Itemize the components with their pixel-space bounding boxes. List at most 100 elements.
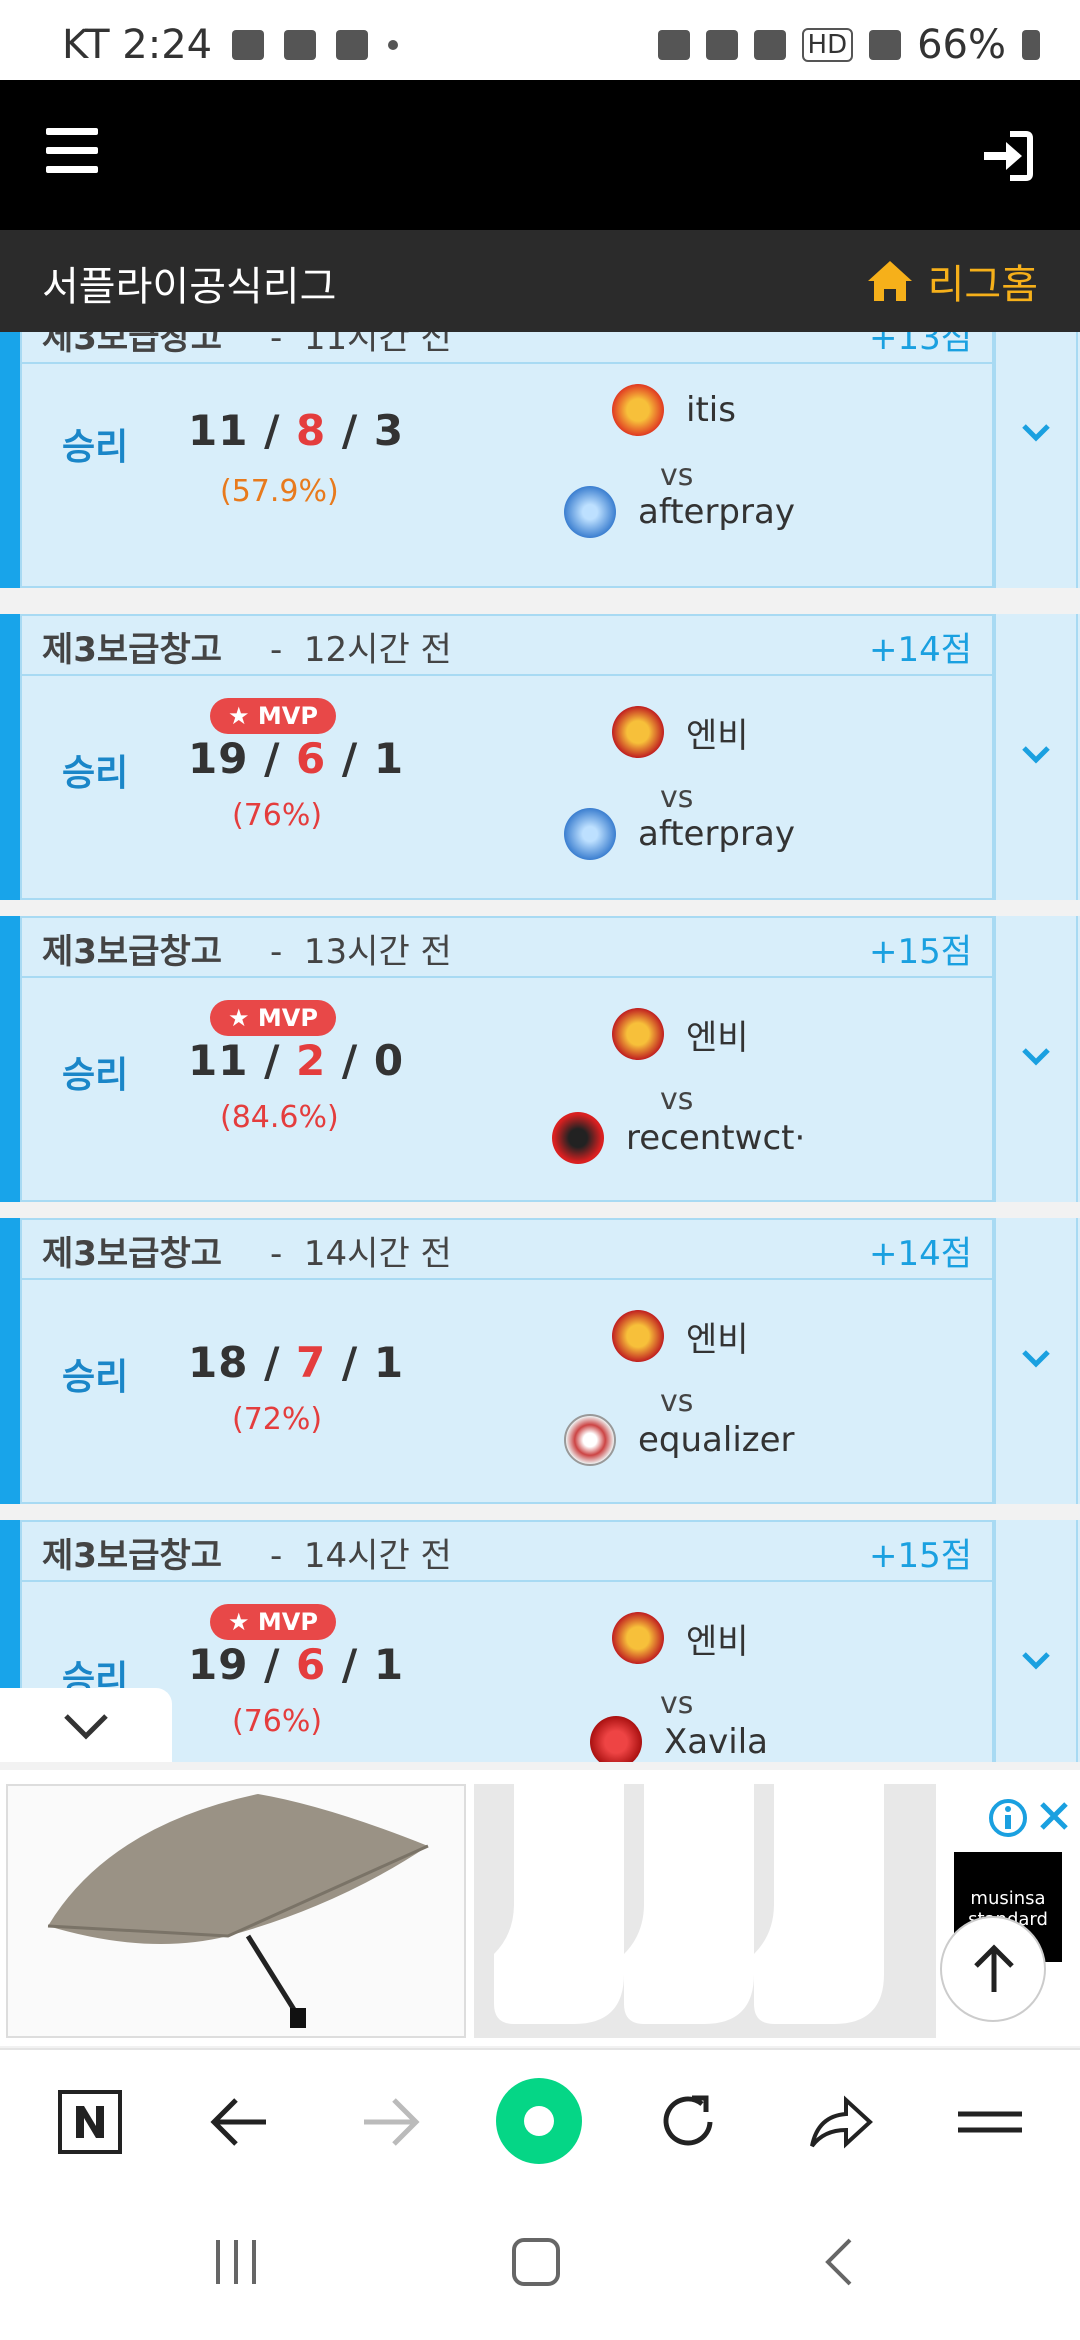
chevron-down-icon	[1022, 1350, 1050, 1368]
map-name: 제3보급창고	[42, 1234, 223, 1274]
team1: 엔비	[612, 1612, 749, 1664]
battery-icon	[1022, 30, 1040, 60]
ad-banner[interactable]: musinsa standard	[0, 1770, 1080, 2046]
team-logo-icon	[564, 486, 616, 538]
kda: 11 / 2 / 0	[188, 1036, 405, 1085]
hd-icon: HD	[801, 28, 854, 62]
collapse-ad-button[interactable]	[0, 1688, 172, 1762]
team2: Xavila	[590, 1716, 768, 1762]
card-header: 제3보급창고 - 12시간 전 +14점	[20, 614, 994, 676]
arrow-up-icon	[974, 1944, 1014, 1992]
gallery-icon	[284, 30, 317, 60]
team1: itis	[612, 384, 736, 436]
match-card[interactable]: 제3보급창고 - 11시간 전 +13점 승리 11 / 8 / 3 (57.9…	[0, 332, 1080, 588]
kill-participation: (76%)	[232, 798, 323, 833]
info-icon[interactable]	[988, 1798, 1028, 1838]
card-header: 제3보급창고 - 11시간 전 +13점	[20, 332, 994, 364]
more-notifications-icon	[388, 40, 399, 50]
team1: 엔비	[612, 706, 749, 758]
match-time: - 12시간 전	[270, 630, 452, 670]
kill-participation: (84.6%)	[220, 1100, 339, 1135]
team-logo-icon	[612, 1008, 664, 1060]
result-label: 승리	[62, 1055, 129, 1096]
mvp-badge: ★ MVP	[210, 698, 336, 734]
team-logo-icon	[612, 1612, 664, 1664]
green-circle-icon[interactable]	[494, 2076, 584, 2166]
league-home-link[interactable]: 리그홈	[866, 252, 1038, 310]
team2: recentwct·	[552, 1112, 805, 1164]
card-header: 제3보급창고 - 14시간 전 +15점	[20, 1520, 994, 1582]
expand-button[interactable]	[994, 916, 1078, 1202]
match-time: - 14시간 전	[270, 1536, 452, 1576]
map-name: 제3보급창고	[42, 1536, 223, 1576]
kda: 19 / 6 / 1	[188, 734, 405, 783]
points: +15점	[868, 1536, 972, 1576]
battery-level: 66%	[917, 22, 1006, 68]
kda: 18 / 7 / 1	[188, 1338, 405, 1387]
battery-saver-icon	[705, 30, 738, 60]
chevron-down-icon	[1022, 1048, 1050, 1066]
expand-button[interactable]	[994, 332, 1078, 588]
naver-n-icon[interactable]	[54, 2086, 126, 2158]
team1: 엔비	[612, 1310, 749, 1362]
map-name: 제3보급창고	[42, 332, 223, 358]
match-time: - 14시간 전	[270, 1234, 452, 1274]
login-icon[interactable]	[976, 126, 1036, 186]
note-icon	[336, 30, 369, 60]
card-header: 제3보급창고 - 14시간 전 +14점	[20, 1218, 994, 1280]
team2: equalizer	[564, 1414, 795, 1466]
match-list: 제3보급창고 - 11시간 전 +13점 승리 11 / 8 / 3 (57.9…	[0, 332, 1080, 1762]
wifi-icon	[753, 30, 786, 60]
match-time: - 13시간 전	[270, 932, 452, 972]
kill-participation: (76%)	[232, 1704, 323, 1739]
status-bar: KT 2:24 HD 66%	[0, 0, 1080, 80]
team1: 엔비	[612, 1008, 749, 1060]
chevron-down-icon	[1022, 424, 1050, 442]
team2: afterpray	[564, 486, 795, 538]
map-name: 제3보급창고	[42, 932, 223, 972]
ad-socks-image[interactable]	[474, 1784, 936, 2038]
back-arrow-icon[interactable]	[204, 2086, 276, 2158]
forward-arrow-icon[interactable]	[354, 2086, 426, 2158]
expand-button[interactable]	[994, 614, 1078, 900]
match-card[interactable]: 제3보급창고 - 13시간 전 +15점 ★ MVP 승리 11 / 2 / 0…	[0, 916, 1080, 1202]
kda: 11 / 8 / 3	[188, 406, 405, 455]
ad-umbrella-image[interactable]	[6, 1784, 466, 2038]
league-title: 서플라이공식리그	[42, 264, 337, 310]
browser-toolbar	[0, 2048, 1080, 2192]
points: +13점	[868, 332, 972, 358]
share-icon[interactable]	[804, 2086, 876, 2158]
hamburger-icon[interactable]	[46, 128, 98, 174]
chevron-down-icon	[1022, 746, 1050, 764]
home-icon	[867, 261, 912, 301]
points: +14점	[868, 1234, 972, 1274]
team-logo-icon	[564, 808, 616, 860]
recent-apps-icon[interactable]	[206, 2232, 266, 2292]
team-logo-icon	[564, 1414, 616, 1466]
card-header: 제3보급창고 - 13시간 전 +15점	[20, 916, 994, 978]
signal-icon	[869, 30, 902, 60]
map-name: 제3보급창고	[42, 630, 223, 670]
carrier-time: KT 2:24	[62, 22, 213, 68]
card-accent	[0, 332, 20, 588]
match-card[interactable]: 제3보급창고 - 12시간 전 +14점 ★ MVP 승리 19 / 6 / 1…	[0, 614, 1080, 900]
back-button-icon[interactable]	[810, 2232, 870, 2292]
scroll-to-top-button[interactable]	[940, 1916, 1046, 2022]
team2: afterpray	[564, 808, 795, 860]
team-logo-icon	[612, 384, 664, 436]
team-logo-icon	[612, 1310, 664, 1362]
expand-button[interactable]	[994, 1520, 1078, 1762]
kill-participation: (72%)	[232, 1402, 323, 1437]
chevron-down-icon	[64, 1714, 108, 1740]
app-header	[0, 80, 1080, 230]
kda: 19 / 6 / 1	[188, 1640, 405, 1689]
match-card[interactable]: 제3보급창고 - 14시간 전 +14점 승리 18 / 7 / 1 (72%)…	[0, 1218, 1080, 1504]
menu-icon[interactable]	[954, 2086, 1026, 2158]
match-time: - 11시간 전	[270, 332, 452, 358]
close-icon[interactable]	[1036, 1798, 1072, 1834]
expand-button[interactable]	[994, 1218, 1078, 1504]
home-button-icon[interactable]	[506, 2232, 566, 2292]
reload-icon[interactable]	[652, 2086, 724, 2158]
kill-participation: (57.9%)	[220, 474, 339, 509]
team-logo-icon	[552, 1112, 604, 1164]
